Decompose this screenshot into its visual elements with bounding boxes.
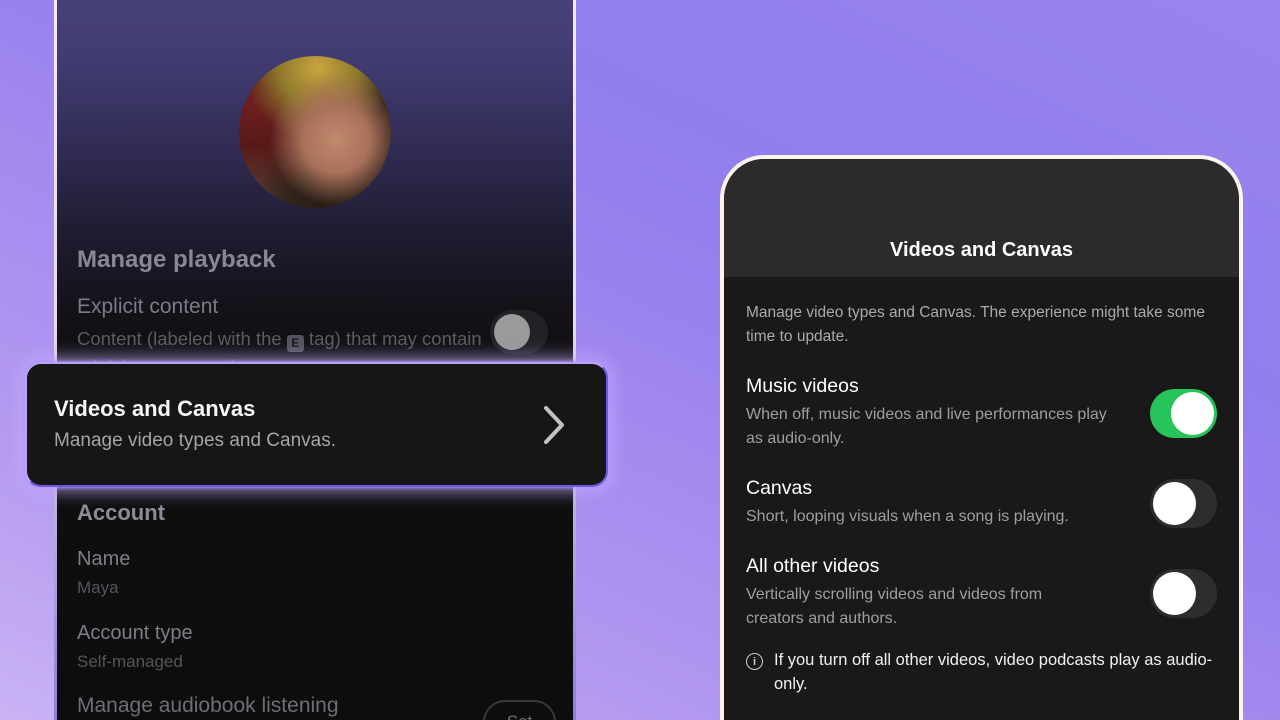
all-other-videos-label: All other videos — [746, 555, 880, 577]
setting-row-canvas: Canvas Short, looping visuals when a son… — [746, 477, 1217, 529]
page-description: Manage video types and Canvas. The exper… — [746, 304, 1205, 345]
canvas-label: Canvas — [746, 477, 813, 499]
right-phone-header: Videos and Canvas — [724, 159, 1239, 277]
manage-playback-heading: Manage playback — [77, 246, 276, 273]
chevron-right-icon — [544, 405, 564, 444]
account-type-value: Self-managed — [77, 652, 183, 671]
all-other-videos-description: Vertically scrolling videos and videos f… — [746, 586, 1043, 627]
canvas-toggle[interactable] — [1150, 478, 1217, 528]
music-videos-description: When off, music videos and live performa… — [746, 406, 1107, 447]
profile-avatar[interactable] — [239, 56, 391, 208]
info-icon: i — [746, 653, 763, 670]
toggle-knob — [494, 314, 530, 350]
music-videos-label: Music videos — [746, 375, 859, 397]
toggle-knob — [1153, 481, 1196, 525]
note-text: If you turn off all other videos, video … — [774, 651, 1213, 693]
explicit-tag-icon: E — [286, 335, 304, 352]
note-row: i If you turn off all other videos, vide… — [746, 648, 1217, 696]
explicit-content-toggle[interactable] — [490, 310, 548, 354]
manage-audiobook-label: Manage audiobook listening — [77, 694, 339, 717]
name-value: Maya — [77, 578, 119, 597]
left-phone-screen: Manage playback Explicit content Content… — [54, 0, 576, 720]
canvas-description: Short, looping visuals when a song is pl… — [746, 508, 1069, 525]
name-label: Name — [77, 548, 131, 570]
account-section-heading: Account — [77, 500, 165, 525]
set-button[interactable]: Set — [483, 700, 556, 720]
right-phone: Videos and Canvas Manage video types and… — [720, 155, 1243, 720]
explicit-desc-part1: Content (labeled with the — [77, 328, 287, 349]
card-title: Videos and Canvas — [54, 396, 256, 421]
page-title: Videos and Canvas — [889, 239, 1074, 261]
music-videos-toggle[interactable] — [1150, 388, 1217, 438]
explicit-content-label: Explicit content — [77, 295, 219, 318]
all-other-videos-toggle[interactable] — [1150, 568, 1217, 618]
toggle-knob — [1171, 391, 1214, 435]
setting-row-all-other-videos: All other videos Vertically scrolling vi… — [746, 555, 1217, 631]
stage: Manage playback Explicit content Content… — [0, 0, 1280, 720]
setting-row-music-videos: Music videos When off, music videos and … — [746, 375, 1217, 451]
toggle-knob — [1153, 571, 1196, 615]
account-type-label: Account type — [77, 622, 193, 644]
right-phone-body: Manage video types and Canvas. The exper… — [724, 301, 1239, 696]
videos-and-canvas-card[interactable]: Videos and Canvas Manage video types and… — [25, 362, 608, 487]
card-subtitle: Manage video types and Canvas. — [54, 430, 337, 451]
